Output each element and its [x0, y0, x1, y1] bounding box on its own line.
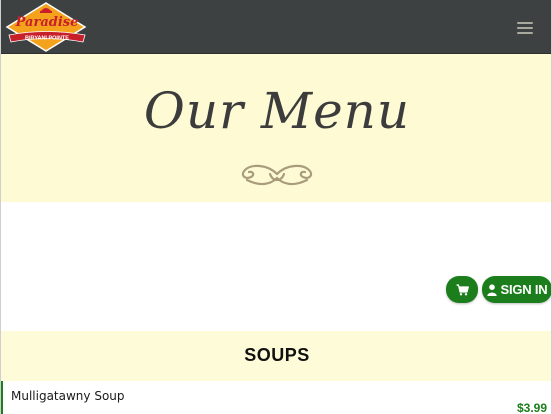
menu-item[interactable]: Mulligatawny Soup $3.99 [1, 381, 551, 414]
sign-in-label: SIGN IN [500, 282, 548, 297]
svg-text:Paradise: Paradise [15, 15, 79, 30]
hamburger-menu-icon[interactable] [511, 18, 539, 38]
category-title: SOUPS [244, 345, 310, 365]
user-icon [486, 283, 497, 296]
cart-button[interactable] [446, 276, 478, 303]
menu-hero: Our Menu [1, 54, 551, 202]
svg-text:BIRYANI POINTE: BIRYANI POINTE [25, 36, 69, 42]
page: Paradise BIRYANI POINTE Our Menu SIGN IN… [0, 0, 552, 414]
flourish-ornament-icon [241, 164, 313, 186]
page-title: Our Menu [143, 82, 411, 140]
paradise-biryani-pointe-logo[interactable]: Paradise BIRYANI POINTE [3, 2, 89, 52]
shopping-cart-icon [456, 283, 469, 295]
sign-in-button[interactable]: SIGN IN [482, 276, 551, 303]
category-header: SOUPS [1, 331, 551, 381]
content-spacer [1, 202, 551, 330]
top-navbar: Paradise BIRYANI POINTE [1, 0, 551, 54]
menu-item-name: Mulligatawny Soup [11, 389, 125, 403]
menu-item-price: $3.99 [516, 401, 547, 414]
